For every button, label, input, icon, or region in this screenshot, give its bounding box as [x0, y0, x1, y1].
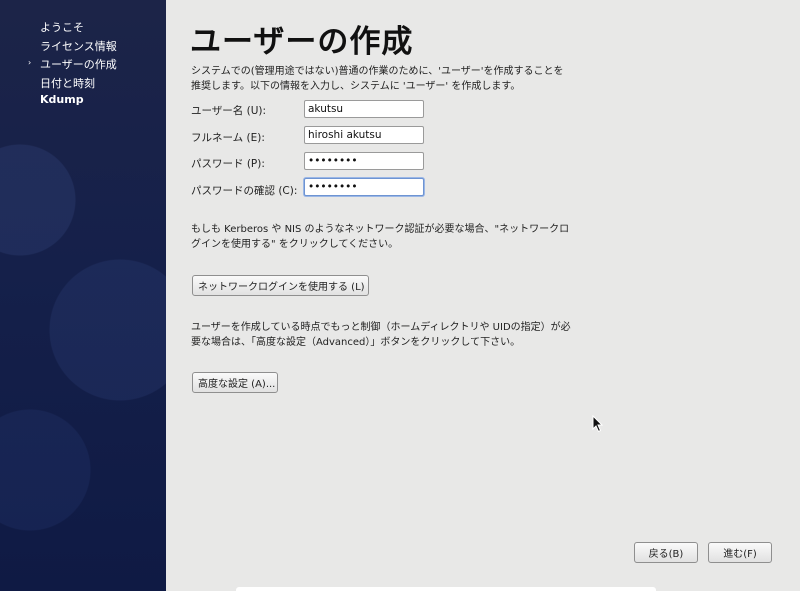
password-label: パスワード (P): [191, 158, 265, 170]
bottom-edge-strip [236, 587, 656, 591]
network-login-text: もしも Kerberos や NIS のようなネットワーク認証が必要な場合、"ネ… [191, 222, 581, 252]
advanced-text-line-2: 要な場合は、「高度な設定（Advanced）」ボタンをクリックして下さい。 [191, 337, 521, 348]
network-login-button[interactable]: ネットワークログインを使用する (L) [192, 275, 369, 296]
intro-line-1: システムでの(管理用途ではない)普通の作業のために、'ユーザー'を作成することを [191, 66, 564, 77]
mouse-pointer-icon [592, 415, 604, 433]
username-label: ユーザー名 (U): [191, 105, 267, 117]
username-field[interactable] [304, 100, 424, 118]
network-text-line-1: もしも Kerberos や NIS のようなネットワーク認証が必要な場合、"ネ… [191, 224, 570, 235]
advanced-text-line-1: ユーザーを作成している時点でもっと制御（ホームディレクトリや UIDの指定）が必 [191, 322, 571, 333]
main-content: ユーザーの作成 システムでの(管理用途ではない)普通の作業のために、'ユーザー'… [166, 0, 800, 591]
back-button[interactable]: 戻る(B) [634, 542, 698, 563]
intro-text: システムでの(管理用途ではない)普通の作業のために、'ユーザー'を作成することを… [191, 64, 581, 94]
current-step-arrow-icon: › [28, 58, 32, 67]
intro-line-2: 推奨します。以下の情報を入力し、システムに 'ユーザー' を作成します。 [191, 81, 521, 92]
sidebar-item-welcome: ようこそ [40, 21, 84, 34]
page-title: ユーザーの作成 [190, 24, 414, 60]
sidebar-item-kdump: Kdump [40, 93, 84, 106]
forward-button[interactable]: 進む(F) [708, 542, 772, 563]
advanced-settings-button[interactable]: 高度な設定 (A)... [192, 372, 278, 393]
fullname-field[interactable] [304, 126, 424, 144]
sidebar-item-date-time: 日付と時刻 [40, 77, 95, 90]
sidebar: › ようこそ ライセンス情報 ユーザーの作成 日付と時刻 Kdump [0, 0, 166, 591]
sidebar-item-license: ライセンス情報 [40, 40, 117, 53]
sidebar-item-create-user: ユーザーの作成 [40, 58, 117, 71]
network-text-line-2: グインを使用する" をクリックしてください。 [191, 239, 399, 250]
advanced-text: ユーザーを作成している時点でもっと制御（ホームディレクトリや UIDの指定）が必… [191, 320, 581, 350]
password-field[interactable] [304, 152, 424, 170]
confirm-password-label: パスワードの確認 (C): [191, 185, 298, 197]
fullname-label: フルネーム (E): [191, 132, 265, 144]
confirm-password-field[interactable] [304, 178, 424, 196]
